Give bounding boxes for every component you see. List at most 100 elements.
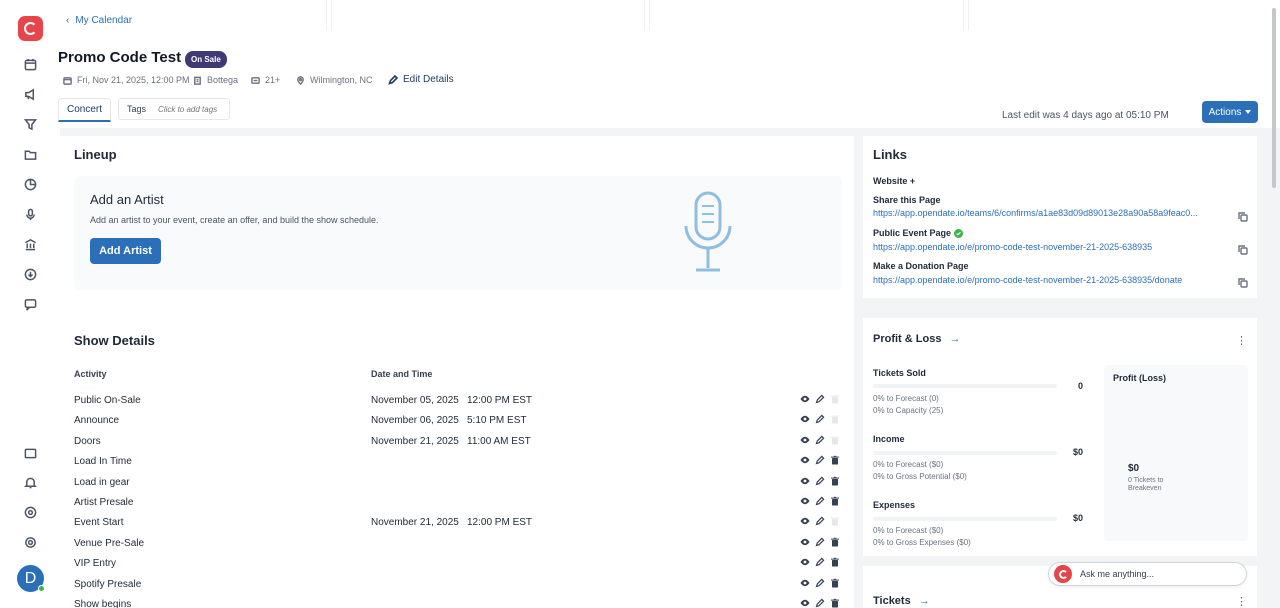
tickets-header[interactable]: Tickets → <box>873 595 930 607</box>
actions-button[interactable]: Actions <box>1202 101 1258 123</box>
eye-icon[interactable] <box>800 476 810 486</box>
pencil-icon[interactable] <box>815 435 825 445</box>
folder-icon[interactable] <box>24 148 37 161</box>
window-icon[interactable] <box>24 447 37 460</box>
breakeven-line-2: Breakeven <box>1128 485 1162 492</box>
activity-time: 12:00 PM EST <box>467 517 533 529</box>
pencil-icon[interactable] <box>815 496 825 506</box>
chevron-left-icon: ‹ <box>66 15 70 26</box>
eye-icon[interactable] <box>800 455 810 465</box>
chart-pie-icon[interactable] <box>24 178 37 191</box>
eye-icon[interactable] <box>800 578 810 588</box>
activity-name: Event Start <box>74 517 124 529</box>
trash-icon <box>831 415 839 424</box>
trash-icon[interactable] <box>830 578 840 588</box>
show-details-row: Spotify Presale <box>74 575 844 595</box>
income-value: $0 <box>1072 447 1083 457</box>
eye-icon[interactable] <box>800 516 810 526</box>
activity-date: November 05, 2025 <box>371 395 459 406</box>
profit-loss-value: $0 <box>1128 463 1140 474</box>
show-details-row: VIP Entry <box>74 554 844 574</box>
chat-icon[interactable] <box>24 298 37 311</box>
profit-loss-label: Profit (Loss) <box>1113 373 1166 383</box>
status-badge: On Sale <box>185 51 227 68</box>
pencil-icon[interactable] <box>815 557 825 567</box>
trash-icon[interactable] <box>830 496 840 506</box>
eye-icon[interactable] <box>800 598 810 608</box>
activity-name: Load In Time <box>74 456 132 468</box>
show-details-row: Announce November 06, 2025 5:10 PM EST <box>74 411 844 431</box>
tags-field[interactable]: Tags <box>118 98 230 120</box>
activity-name: Venue Pre-Sale <box>74 537 145 549</box>
row-actions <box>800 435 840 445</box>
copy-icon[interactable] <box>1238 275 1248 288</box>
app-logo[interactable] <box>18 16 43 41</box>
building-icon <box>194 76 201 85</box>
tab-concert[interactable]: Concert <box>58 98 112 122</box>
activity-name: Show begins <box>74 599 132 608</box>
activity-name: Artist Presale <box>74 497 134 508</box>
ask-assistant-input[interactable]: Ask me anything... <box>1048 562 1247 586</box>
pencil-icon[interactable] <box>815 476 825 486</box>
eye-icon[interactable] <box>800 496 810 506</box>
download-icon[interactable] <box>24 268 37 281</box>
expenses-label: Expenses <box>873 500 916 510</box>
activity-time: 11:00 AM EST <box>467 435 531 447</box>
eye-icon[interactable] <box>800 394 810 404</box>
trash-icon[interactable] <box>830 476 840 486</box>
public-event-page-url[interactable]: https://app.opendate.io/e/promo-code-tes… <box>873 242 1152 252</box>
edit-details-button[interactable]: Edit Details <box>388 74 454 85</box>
online-status-dot <box>38 585 45 592</box>
megaphone-icon[interactable] <box>24 88 37 101</box>
back-link-label: My Calendar <box>75 15 133 26</box>
pencil-icon[interactable] <box>815 414 825 424</box>
scrollbar[interactable] <box>1272 8 1276 188</box>
trash-icon[interactable] <box>830 537 840 547</box>
pencil-icon[interactable] <box>815 578 825 588</box>
row-actions <box>800 578 840 588</box>
tickets-sold-progress <box>873 384 1057 388</box>
settings-icon[interactable] <box>24 536 37 549</box>
profit-loss-summary <box>1104 365 1248 541</box>
more-options-icon[interactable]: ⋮ <box>1236 595 1247 608</box>
pencil-icon[interactable] <box>815 394 825 404</box>
trash-icon[interactable] <box>830 455 840 465</box>
eye-icon[interactable] <box>800 537 810 547</box>
tags-input[interactable] <box>158 104 229 114</box>
copy-icon[interactable] <box>1238 242 1248 255</box>
show-details-row: Event Start November 21, 2025 12:00 PM EST <box>74 513 844 533</box>
tickets-sold-value: 0 <box>1077 381 1083 391</box>
more-options-icon[interactable]: ⋮ <box>1236 334 1247 347</box>
bell-icon[interactable] <box>24 476 37 489</box>
calendar-icon[interactable] <box>24 58 37 71</box>
actions-label: Actions <box>1208 106 1242 118</box>
pencil-icon[interactable] <box>815 455 825 465</box>
pencil-icon[interactable] <box>815 537 825 547</box>
filter-icon[interactable] <box>24 118 37 131</box>
back-to-calendar-link[interactable]: ‹ My Calendar <box>66 15 132 26</box>
donation-page-url[interactable]: https://app.opendate.io/e/promo-code-tes… <box>873 275 1182 285</box>
breakeven-line-1: 0 Tickets to <box>1128 477 1164 484</box>
page-title: Promo Code Test <box>58 49 182 66</box>
activity-name: Load in gear <box>74 476 130 488</box>
pencil-icon[interactable] <box>815 598 825 608</box>
eye-icon[interactable] <box>800 414 810 424</box>
eye-icon[interactable] <box>800 557 810 567</box>
expenses-gross: 0% to Gross Expenses ($0) <box>873 538 971 547</box>
building-icon[interactable] <box>24 238 37 251</box>
share-page-url[interactable]: https://app.opendate.io/teams/6/confirms… <box>873 208 1229 218</box>
sidebar: D <box>0 0 60 608</box>
show-details-title: Show Details <box>74 333 155 348</box>
profit-loss-header[interactable]: Profit & Loss → <box>873 333 960 345</box>
add-artist-button[interactable]: Add Artist <box>90 238 161 264</box>
tickets-title: Tickets <box>873 595 911 607</box>
eye-icon[interactable] <box>800 435 810 445</box>
website-add-link[interactable]: Website + <box>873 176 915 186</box>
row-actions <box>800 476 840 486</box>
trash-icon[interactable] <box>830 598 840 608</box>
trash-icon[interactable] <box>830 557 840 567</box>
help-icon[interactable] <box>24 506 37 519</box>
pencil-icon[interactable] <box>815 516 825 526</box>
microphone-icon[interactable] <box>24 208 37 221</box>
copy-icon[interactable] <box>1238 209 1248 222</box>
